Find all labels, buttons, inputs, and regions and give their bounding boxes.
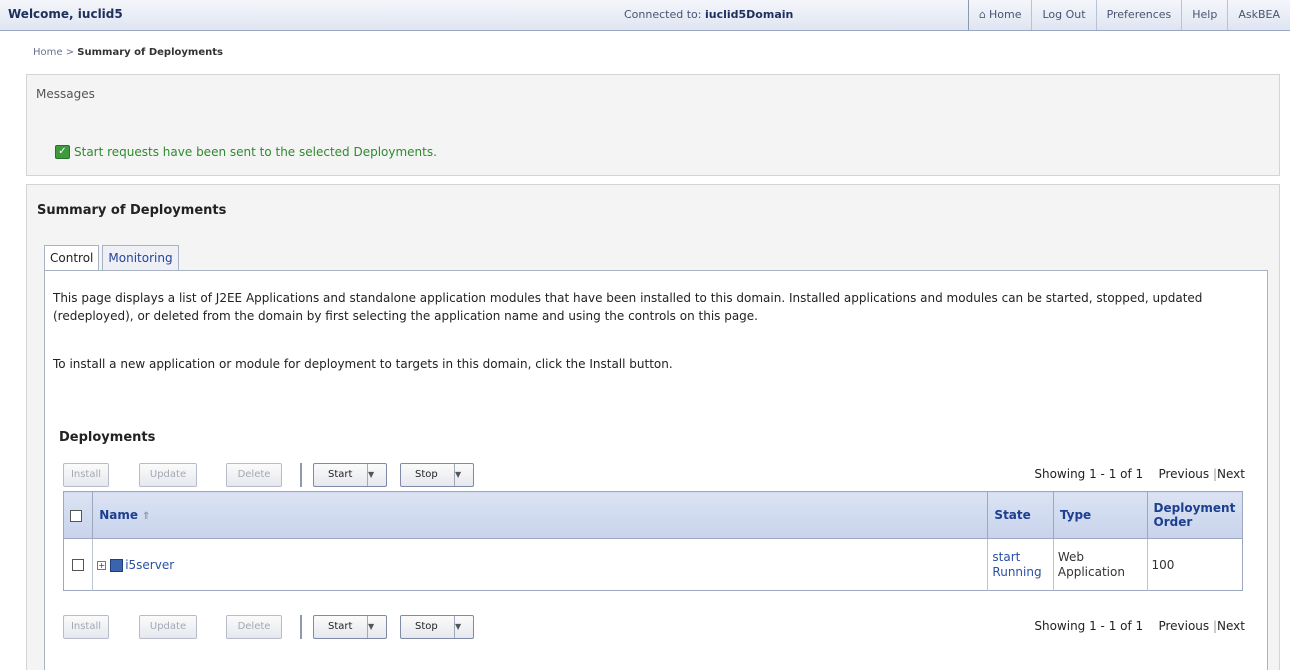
top-bar: Welcome, iuclid5 Connected to: iuclid5Do… xyxy=(0,0,1290,31)
start-button[interactable]: Start ▼ xyxy=(313,463,387,487)
next-link[interactable]: Next xyxy=(1217,619,1245,633)
previous-link[interactable]: Previous xyxy=(1158,619,1209,633)
stop-button[interactable]: Stop ▼ xyxy=(400,463,474,487)
success-message: ✓ Start requests have been sent to the s… xyxy=(55,145,437,159)
pagination-bottom: Showing 1 - 1 of 1 Previous |Next xyxy=(1034,619,1245,633)
order-cell: 100 xyxy=(1146,538,1243,591)
application-icon xyxy=(110,558,124,572)
nav-preferences[interactable]: Preferences xyxy=(1095,0,1182,30)
deployments-toolbar-top: Install Update Delete Start ▼ Stop ▼ Sho… xyxy=(63,457,1245,487)
domain-name: iuclid5Domain xyxy=(704,8,794,21)
nav-home[interactable]: ⌂ Home xyxy=(968,0,1031,30)
install-hint: To install a new application or module f… xyxy=(53,357,673,371)
tab-content: This page displays a list of J2EE Applic… xyxy=(44,270,1268,670)
stop-button-label: Stop xyxy=(415,621,438,632)
table-header-row: Name ⇑ State Type Deployment Order xyxy=(63,491,1243,539)
nav-logout[interactable]: Log Out xyxy=(1031,0,1095,30)
table-row: + i5server start Running Web Application … xyxy=(63,538,1243,591)
chevron-down-icon[interactable]: ▼ xyxy=(454,616,473,638)
top-nav: ⌂ Home Log Out Preferences Help AskBEA xyxy=(968,0,1290,30)
breadcrumb-home[interactable]: Home xyxy=(33,47,63,58)
start-button-label: Start xyxy=(328,469,353,480)
start-button-label: Start xyxy=(328,621,353,632)
breadcrumb-separator: > xyxy=(65,47,75,58)
breadcrumb: Home > Summary of Deployments xyxy=(33,47,223,58)
tab-monitoring[interactable]: Monitoring xyxy=(102,245,179,272)
connection-status: Connected to: iuclid5Domain xyxy=(624,8,793,21)
delete-button-bottom[interactable]: Delete xyxy=(226,615,282,639)
messages-panel: Messages ✓ Start requests have been sent… xyxy=(26,74,1280,176)
welcome-text: Welcome, iuclid5 xyxy=(8,7,123,21)
row-checkbox[interactable] xyxy=(72,559,85,571)
sort-icon: ⇑ xyxy=(142,511,151,522)
delete-button[interactable]: Delete xyxy=(226,463,282,487)
expand-icon[interactable]: + xyxy=(97,560,107,570)
deployments-table: Name ⇑ State Type Deployment Order + i5ser… xyxy=(63,491,1243,591)
deployments-title: Deployments xyxy=(59,430,156,445)
chevron-down-icon[interactable]: ▼ xyxy=(367,464,386,486)
select-all-header xyxy=(63,491,93,539)
showing-count: Showing 1 - 1 of 1 xyxy=(1034,619,1144,633)
column-name[interactable]: Name ⇑ xyxy=(92,491,988,539)
chevron-down-icon[interactable]: ▼ xyxy=(454,464,473,486)
toolbar-separator xyxy=(300,615,302,639)
column-type[interactable]: Type xyxy=(1052,491,1148,539)
chevron-down-icon[interactable]: ▼ xyxy=(367,616,386,638)
nav-help[interactable]: Help xyxy=(1181,0,1227,30)
row-select-cell xyxy=(63,538,93,591)
stop-button-bottom[interactable]: Stop ▼ xyxy=(400,615,474,639)
pagination-top: Showing 1 - 1 of 1 Previous |Next xyxy=(1034,467,1245,481)
install-button[interactable]: Install xyxy=(63,463,109,487)
summary-title: Summary of Deployments xyxy=(37,203,227,218)
tab-bar: Control Monitoring xyxy=(44,245,182,272)
state-cell: start Running xyxy=(987,538,1054,591)
stop-button-label: Stop xyxy=(415,469,438,480)
column-deployment-order[interactable]: Deployment Order xyxy=(1146,491,1243,539)
breadcrumb-current: Summary of Deployments xyxy=(77,47,223,58)
name-cell: + i5server xyxy=(92,538,988,591)
connected-label: Connected to: xyxy=(624,8,702,21)
messages-title: Messages xyxy=(36,87,95,101)
page-description: This page displays a list of J2EE Applic… xyxy=(53,291,1203,323)
tab-control[interactable]: Control xyxy=(44,245,100,272)
success-message-text: Start requests have been sent to the sel… xyxy=(74,145,437,159)
toolbar-separator xyxy=(300,463,302,487)
next-link[interactable]: Next xyxy=(1217,467,1245,481)
select-all-checkbox[interactable] xyxy=(70,509,82,522)
update-button[interactable]: Update xyxy=(139,463,197,487)
column-state[interactable]: State xyxy=(987,491,1054,539)
type-cell: Web Application xyxy=(1052,538,1148,591)
start-button-bottom[interactable]: Start ▼ xyxy=(313,615,387,639)
check-icon: ✓ xyxy=(55,145,70,159)
home-icon: ⌂ xyxy=(979,8,986,21)
state-value[interactable]: Running xyxy=(992,565,1048,580)
install-button-bottom[interactable]: Install xyxy=(63,615,109,639)
deployment-name-link[interactable]: i5server xyxy=(125,558,174,572)
deployments-toolbar-bottom: Install Update Delete Start ▼ Stop ▼ Sho… xyxy=(63,609,1245,639)
column-name-label: Name xyxy=(99,508,138,522)
showing-count: Showing 1 - 1 of 1 xyxy=(1034,467,1144,481)
update-button-bottom[interactable]: Update xyxy=(139,615,197,639)
nav-home-label: Home xyxy=(988,8,1022,21)
state-action-link[interactable]: start xyxy=(992,550,1048,565)
nav-askbea[interactable]: AskBEA xyxy=(1227,0,1290,30)
previous-link[interactable]: Previous xyxy=(1158,467,1209,481)
